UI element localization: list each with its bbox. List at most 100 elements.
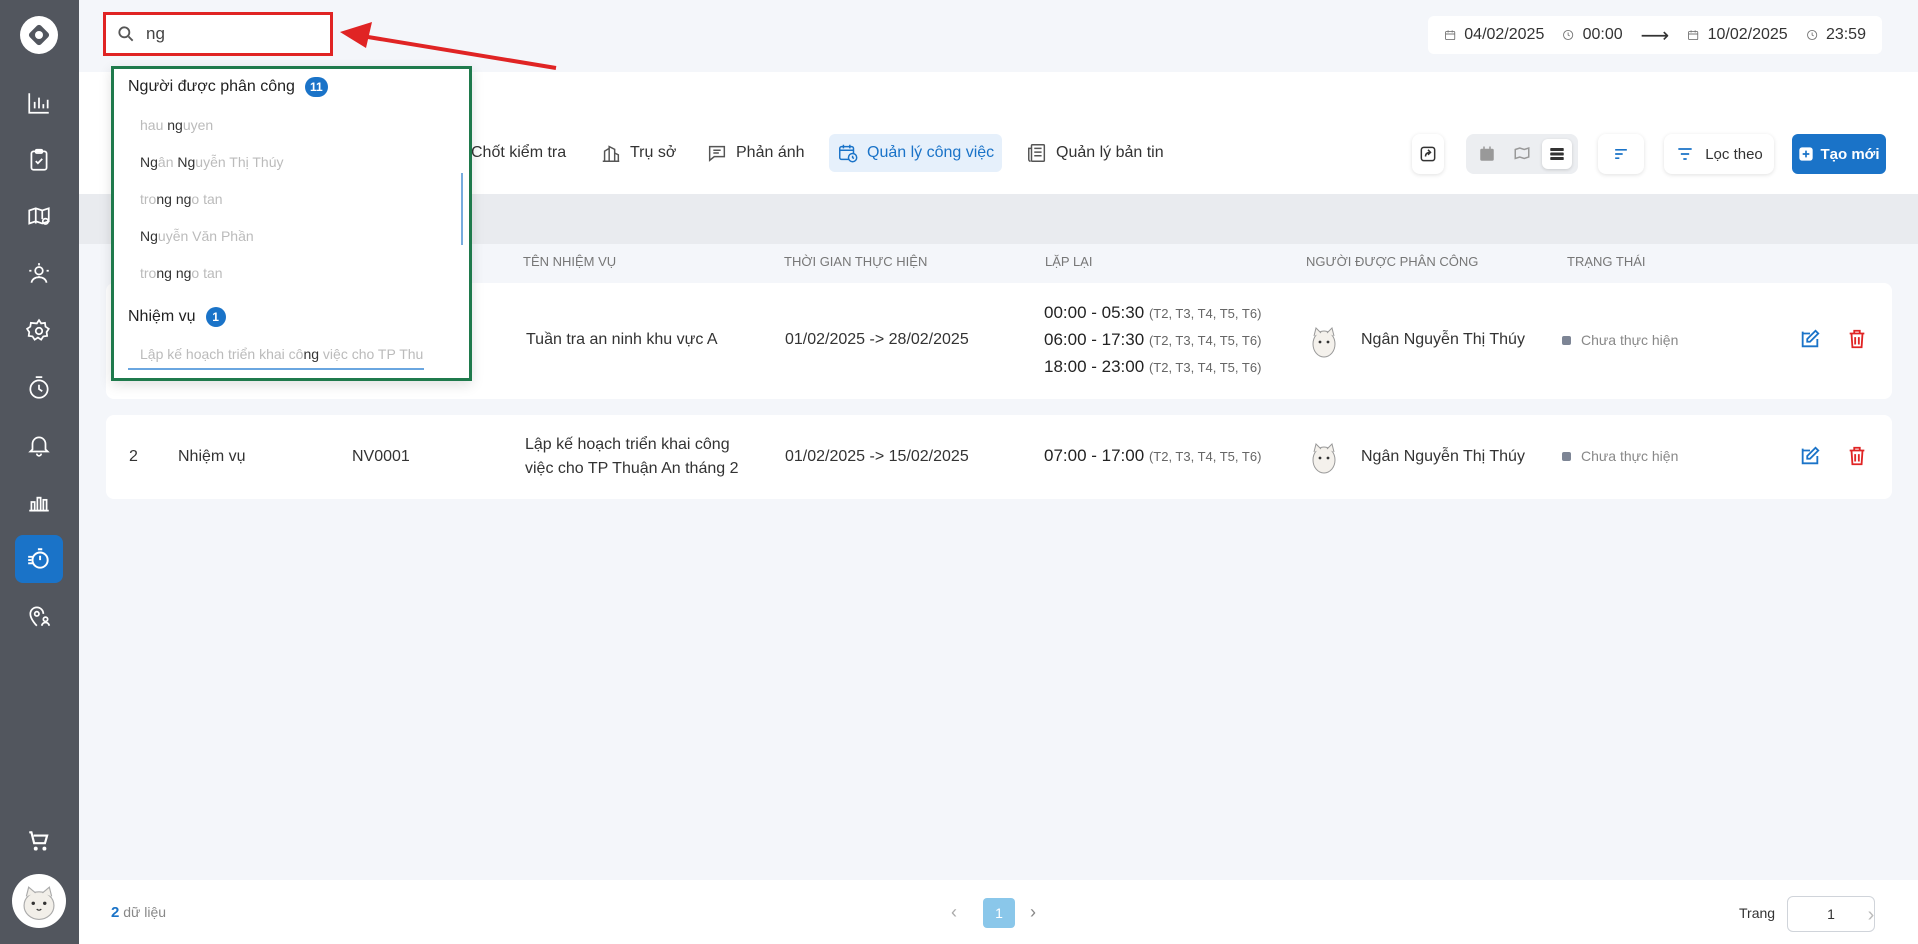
assignee-name: Ngân Nguyễn Thị Thúy [1361, 448, 1525, 465]
filter-icon [1678, 148, 1692, 160]
app-logo-icon[interactable] [20, 16, 58, 54]
clock-icon [1563, 29, 1574, 41]
delete-icon[interactable] [1846, 328, 1868, 350]
tab-label: Quản lý công việc [867, 144, 995, 161]
schedule-time: 06:00 - 17:30 [1044, 330, 1145, 349]
task-name: việc cho TP Thuận An tháng 2 [525, 460, 739, 477]
tab-news-management[interactable]: Quản lý bản tin [1018, 134, 1172, 172]
search-icon [118, 26, 134, 42]
bell-icon[interactable] [15, 421, 63, 469]
stopwatch-icon[interactable] [15, 535, 63, 583]
sort-icon [1615, 149, 1627, 159]
bar-chart-icon[interactable] [15, 478, 63, 526]
location-person-icon[interactable] [15, 592, 63, 640]
suggestion-item[interactable]: Nguyễn Văn Phần [140, 228, 254, 244]
filter-button[interactable]: Lọc theo [1664, 134, 1774, 174]
view-toggle-group [1466, 134, 1578, 174]
search-input[interactable] [146, 24, 316, 44]
col-header-repeat: Lặp lại [1045, 254, 1093, 269]
export-button[interactable] [1412, 134, 1444, 174]
map-icon [1514, 146, 1530, 160]
task-name: Tuần tra an ninh khu vực A [526, 331, 718, 348]
task-period: 01/02/2025 -> 28/02/2025 [785, 331, 969, 348]
calendar-view-button[interactable] [1472, 139, 1502, 169]
list-view-button[interactable] [1541, 139, 1572, 169]
task-group-header: Nhiệm vụ 1 [128, 307, 226, 327]
tab-headquarters[interactable]: Trụ sở [592, 134, 684, 172]
col-header-period: Thời gian thực hiện [784, 254, 928, 269]
tab-label: Phản ánh [736, 144, 805, 161]
calendar-icon [1688, 30, 1699, 41]
create-button[interactable]: Tạo mới [1792, 134, 1886, 174]
col-header-assignee: Người được phân công [1306, 254, 1479, 269]
row-index: 2 [129, 448, 138, 465]
schedule-line: 00:00 - 05:30 (T2, T3, T4, T5, T6) [1044, 303, 1261, 323]
schedule-days: (T2, T3, T4, T5, T6) [1148, 449, 1262, 464]
list-icon [1549, 148, 1564, 160]
dashboard-chart-icon[interactable] [15, 79, 63, 127]
delete-icon[interactable] [1846, 445, 1868, 467]
schedule-time: 00:00 - 05:30 [1044, 303, 1145, 322]
suggestion-item[interactable]: trong ngo tan [140, 265, 223, 281]
search-suggestions-dropdown: Người được phân công 11 hau nguyen Ngân … [111, 66, 472, 381]
task-type: Nhiệm vụ [178, 448, 246, 465]
range-arrow: ⟶ [1640, 24, 1670, 47]
end-date[interactable]: 10/02/2025 [1708, 26, 1788, 44]
tab-task-management[interactable]: Quản lý công việc [829, 134, 1003, 172]
task-group-label: Nhiệm vụ [128, 308, 196, 325]
search-box[interactable] [103, 12, 333, 56]
sidebar [0, 0, 79, 944]
calendar-icon [1480, 146, 1495, 161]
map-pin-icon[interactable] [15, 193, 63, 241]
go-page-icon[interactable]: › [1856, 900, 1886, 930]
start-time[interactable]: 00:00 [1583, 26, 1623, 44]
status-badge: Chưa thực hiện [1562, 448, 1678, 464]
suggestion-item[interactable]: hau nguyen [140, 117, 213, 133]
assignee-name: Ngân Nguyễn Thị Thúy [1361, 331, 1525, 348]
col-header-task-name: Tên nhiệm vụ [523, 254, 617, 269]
building-icon [602, 145, 620, 162]
tab-feedback[interactable]: Phản ánh [698, 134, 813, 172]
tab-label: Trụ sở [630, 144, 677, 161]
dropdown-scrollbar[interactable] [461, 173, 463, 245]
edit-icon[interactable] [1799, 328, 1821, 350]
col-header-status: Trạng thái [1567, 254, 1646, 269]
schedule-line: 06:00 - 17:30 (T2, T3, T4, T5, T6) [1044, 330, 1261, 350]
assignee-count-badge: 11 [304, 77, 328, 97]
timer-icon[interactable] [15, 364, 63, 412]
assignee-group-header: Người được phân công 11 [128, 77, 328, 97]
clipboard-check-icon[interactable] [15, 136, 63, 184]
filter-label: Lọc theo [1705, 145, 1763, 163]
prev-page-icon[interactable]: ‹ [951, 902, 971, 922]
tab-checkpoint[interactable]: Chốt kiểm tra [463, 134, 574, 172]
settings-gear-icon[interactable] [15, 307, 63, 355]
assignee-avatar [1312, 327, 1336, 358]
page-number[interactable]: 1 [983, 898, 1015, 928]
task-count-badge: 1 [205, 307, 226, 327]
users-gear-icon[interactable] [15, 250, 63, 298]
user-avatar[interactable] [12, 874, 66, 928]
task-name: Lập kế hoạch triển khai công [525, 436, 730, 453]
schedule-days: (T2, T3, T4, T5, T6) [1148, 306, 1262, 321]
status-badge: Chưa thực hiện [1562, 332, 1678, 348]
schedule-time: 07:00 - 17:00 [1044, 446, 1145, 465]
cart-icon[interactable] [15, 817, 63, 865]
share-icon [1420, 146, 1436, 162]
next-page-icon[interactable]: › [1030, 902, 1050, 922]
tab-label: Quản lý bản tin [1056, 144, 1164, 161]
plus-icon [1799, 147, 1814, 161]
suggestion-item[interactable]: Ngân Nguyễn Thị Thúy [140, 154, 284, 170]
edit-icon[interactable] [1799, 445, 1821, 467]
chat-icon [708, 145, 726, 162]
suggestion-item[interactable]: trong ngo tan [140, 191, 223, 207]
sort-button[interactable] [1598, 134, 1644, 174]
calendar-clock-icon [839, 144, 858, 163]
map-view-button[interactable] [1507, 139, 1537, 169]
news-icon [1028, 144, 1046, 162]
tab-label: Chốt kiểm tra [471, 144, 567, 161]
start-date[interactable]: 04/02/2025 [1464, 26, 1544, 44]
date-range-picker[interactable]: 04/02/2025 00:00 ⟶ 10/02/2025 23:59 [1428, 16, 1882, 54]
schedule-time: 18:00 - 23:00 [1044, 357, 1145, 376]
suggestion-item[interactable]: Lập kế hoạch triển khai công việc cho TP… [128, 346, 424, 370]
end-time[interactable]: 23:59 [1826, 26, 1866, 44]
